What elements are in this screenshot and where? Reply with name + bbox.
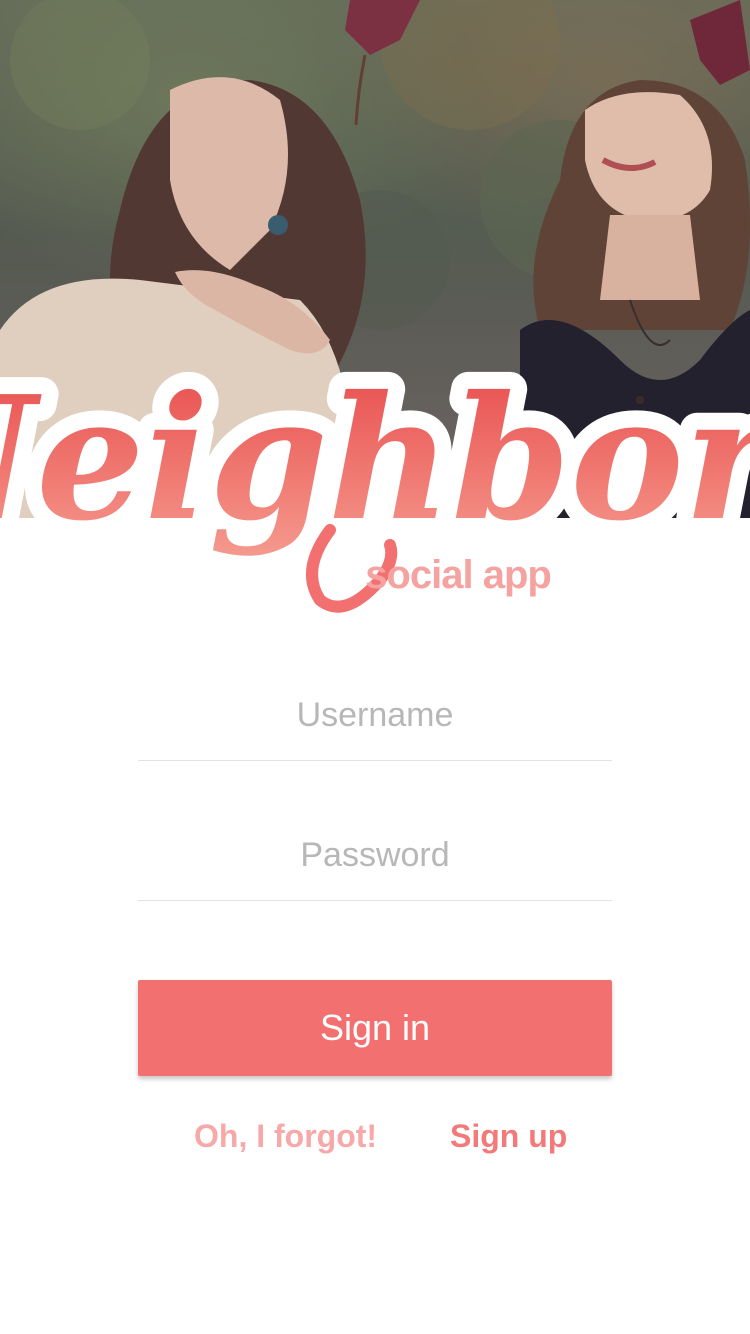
logo-title: Neighbors [0, 359, 750, 559]
sign-in-button[interactable]: Sign in [138, 980, 612, 1076]
logo-subtitle: social app [365, 553, 551, 597]
username-field-container [138, 670, 612, 761]
forgot-password-link[interactable]: Oh, I forgot! [194, 1118, 377, 1155]
password-field-container [138, 810, 612, 901]
password-input[interactable] [138, 810, 612, 900]
username-input[interactable] [138, 670, 612, 760]
app-logo: Neighbors Neighbors social app [0, 342, 750, 613]
sign-up-link[interactable]: Sign up [450, 1118, 567, 1155]
